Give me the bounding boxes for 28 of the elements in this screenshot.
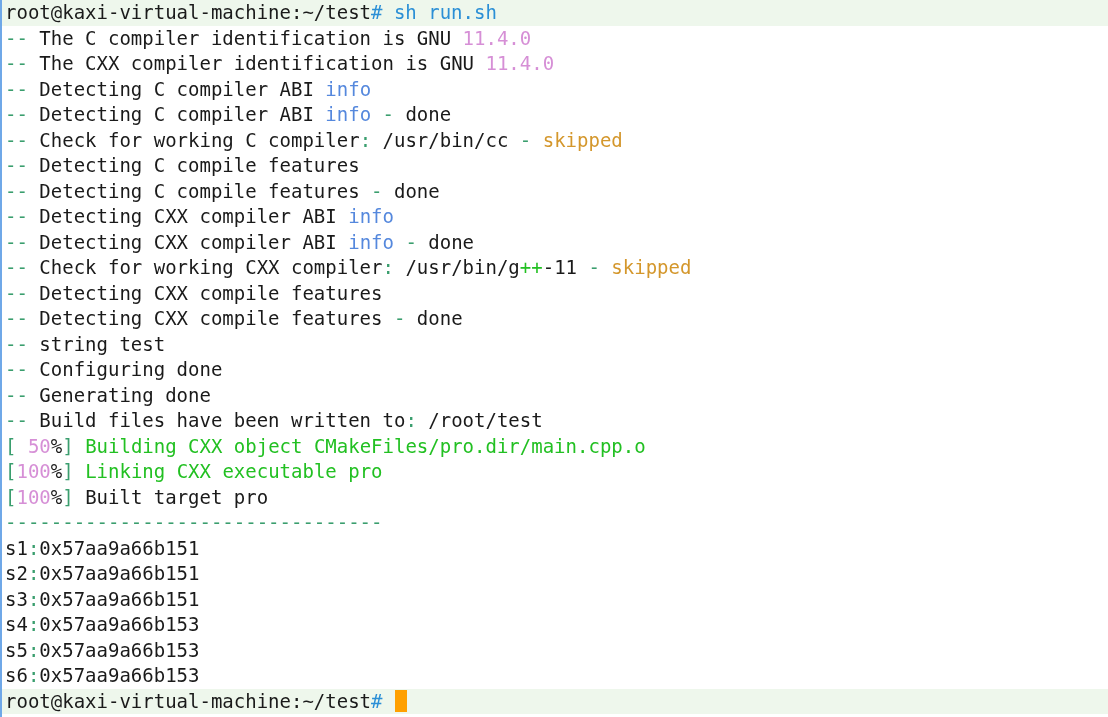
terminal-line: s2:0x57aa9a66b151 (5, 561, 200, 586)
terminal-line: s4:0x57aa9a66b153 (5, 612, 200, 637)
terminal-line: root@kaxi-virtual-machine:~/test# sh run.sh (5, 0, 497, 25)
terminal-line: root@kaxi-virtual-machine:~/test# (5, 688, 383, 714)
terminal-line: [100%] Built target pro (5, 484, 269, 510)
terminal-line: s3:0x57aa9a66b151 (5, 586, 200, 612)
terminal-line: s5:0x57aa9a66b153 (5, 637, 200, 663)
terminal-line: -- Detecting CXX compiler ABI info (5, 204, 394, 229)
terminal-line: -- Detecting C compiler ABI info - done (5, 102, 452, 127)
terminal-line: -- Configuring done (5, 357, 223, 382)
terminal-line: -- Build files have been written to: /root/test (5, 408, 543, 433)
terminal-line: -- Detecting CXX compile features (5, 280, 383, 306)
terminal-line: [ 50%] Building CXX object CMakeFiles/pro.dir/main.cpp.o (5, 433, 646, 459)
terminal-line: -- Check for working C compiler: /usr/bin/cc - skipped (5, 127, 623, 153)
terminal-line: -- Generating done (5, 382, 211, 408)
terminal-line: -- The CXX compiler identification is GNU 11.4.0 (5, 51, 555, 76)
terminal-line: -- Detecting C compile features (5, 153, 360, 178)
terminal-line: -- Detecting C compiler ABI info (5, 76, 372, 102)
terminal-line: s1:0x57aa9a66b151 (5, 535, 200, 561)
terminal-line: -- The C compiler identification is GNU 11.4.0 (5, 25, 532, 51)
terminal-line: -- Detecting CXX compile features - done (5, 306, 463, 331)
terminal-line: --------------------------------- (5, 510, 383, 535)
terminal-line: [100%] Linking CXX executable pro (5, 459, 383, 484)
terminal-line: -- string test (5, 331, 166, 357)
terminal-line: s6:0x57aa9a66b153 (5, 663, 200, 688)
terminal-line: -- Check for working CXX compiler: /usr/bin/g++-11 - skipped (5, 255, 692, 280)
terminal-line: -- Detecting C compile features - done (5, 178, 440, 204)
terminal-line: -- Detecting CXX compiler ABI info - done (5, 229, 475, 255)
